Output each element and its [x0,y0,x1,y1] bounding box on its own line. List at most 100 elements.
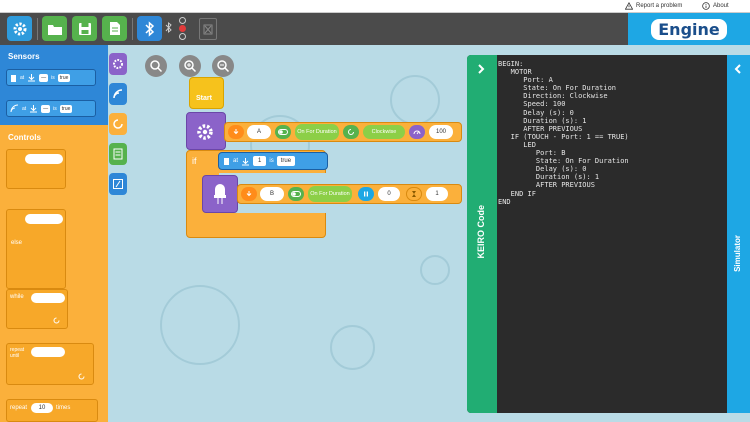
led-state-select[interactable]: On For Duration [308,186,352,202]
code-line: Direction: Clockwise [498,92,608,101]
motor-direction-select[interactable]: Clockwise [363,125,405,139]
repeat-until-control-block[interactable]: repeat until [6,343,94,385]
bluetooth-status-icon [165,21,173,40]
code-line: AFTER PREVIOUS [498,124,583,133]
sensor-port-select[interactable]: 1 [253,156,267,166]
delay-icon [358,187,374,201]
download-icon [242,157,250,165]
if-condition-sensor-block[interactable]: at 1 is true [218,152,328,170]
led-block[interactable] [202,175,238,213]
sensor-port-select[interactable]: — [39,73,49,82]
category-tab-controls[interactable] [109,113,127,135]
report-problem-link[interactable]: Report a problem [625,2,682,10]
code-line: MOTOR [498,68,532,77]
while-condition-slot[interactable] [31,293,65,303]
motor-block[interactable] [186,112,226,150]
category-tab-motor[interactable] [109,53,127,75]
repeat-until-condition-slot[interactable] [31,347,65,357]
bluetooth-icon [144,20,154,37]
sensor-block[interactable]: at — is true [6,69,96,86]
state-toggle-icon [288,187,304,201]
category-tabs [108,45,128,205]
sensor-value-select[interactable]: true [57,73,71,82]
zoom-out-button[interactable] [212,55,234,77]
state-toggle-icon [275,125,291,139]
chevron-left-icon[interactable] [732,63,744,75]
keiro-code-panel: KEIRO Code BEGIN: MOTOR Port: A State: O… [467,55,727,413]
background-gear-decoration [160,285,240,365]
zoom-in-button[interactable] [179,55,201,77]
open-folder-icon [47,24,62,35]
start-label: Start [196,95,212,102]
zoom-reset-button[interactable] [145,55,167,77]
while-control-block[interactable]: while [6,289,68,329]
download-icon [28,74,36,82]
if-label: if [192,156,197,166]
sensor-block[interactable]: at — is true [6,100,96,117]
direction-icon [343,125,359,139]
code-line: Port: A [498,76,553,85]
led-settings-row[interactable]: B On For Duration 0 1 [237,184,462,204]
led-delay-input[interactable]: 0 [378,187,400,201]
category-tab-operators[interactable] [109,143,127,165]
if-condition-slot[interactable] [25,214,63,224]
if-else-control-block[interactable]: else [6,209,66,289]
new-file-icon [109,22,120,35]
keiro-code-tab[interactable]: KEIRO Code [467,55,497,413]
category-tab-functions[interactable] [109,173,127,195]
motor-settings-row[interactable]: A On For Duration Clockwise 100 [224,122,462,142]
about-link[interactable]: About [702,2,729,10]
simulator-label: Simulator [733,235,742,272]
speed-icon [409,125,425,139]
code-line: Delay (s): 0 [498,108,574,117]
repeat-label: repeat [10,405,28,411]
block-palette: Sensors at — is true at — is true Contro… [0,45,108,422]
bluetooth-button[interactable] [137,16,162,41]
sensor-value-select[interactable]: true [276,156,296,166]
sensor-port-select[interactable]: — [41,104,51,113]
signal-sensor-icon [10,104,19,113]
zoom-in-icon [184,60,197,73]
port-icon [228,125,244,139]
if-control-block[interactable] [6,149,66,189]
repeat-times-control-block[interactable]: repeat 10 times [6,399,98,422]
motor-state-select[interactable]: On For Duration [295,124,339,140]
port-icon [241,187,257,201]
code-line: BEGIN: [498,60,524,68]
if-condition-slot[interactable] [25,154,63,164]
controls-title: Controls [8,133,41,142]
trash-icon [203,24,213,35]
sensor-is-label: is [269,158,274,164]
sensor-value-select[interactable]: true [59,104,73,113]
open-button[interactable] [42,16,67,41]
chevron-right-icon[interactable] [475,63,487,75]
zoom-out-icon [217,60,230,73]
engine-logo: Engine [628,13,750,45]
save-button[interactable] [72,16,97,41]
loop-icon [113,119,123,129]
sensor-is-label: is [53,105,57,112]
start-block[interactable]: Start [189,77,224,109]
code-line: Delay (s): 0 [498,165,587,174]
new-file-button[interactable] [102,16,127,41]
settings-button[interactable] [7,16,32,41]
motor-speed-input[interactable]: 100 [429,125,453,139]
app-window: Report a problem About Engine Sensors at… [0,0,750,422]
code-line: LED [498,140,536,149]
logo-text: Engine [651,18,727,40]
simulator-panel[interactable]: Simulator [727,55,750,413]
delete-button[interactable] [199,18,217,40]
about-label: About [713,3,729,9]
led-port-select[interactable]: B [260,187,284,201]
times-label: times [56,405,71,411]
touch-sensor-icon [11,74,16,82]
category-tab-sensors[interactable] [109,83,127,105]
save-icon [78,22,91,35]
led-duration-input[interactable]: 1 [426,187,448,201]
motor-port-select[interactable]: A [247,125,271,139]
toolbar-divider [37,18,38,40]
loop-arrow-icon [53,317,60,324]
repeat-count-input[interactable]: 10 [31,403,53,413]
top-menu-bar: Report a problem About [0,0,750,13]
controls-section: Controls else while repeat until repeat … [0,125,108,422]
